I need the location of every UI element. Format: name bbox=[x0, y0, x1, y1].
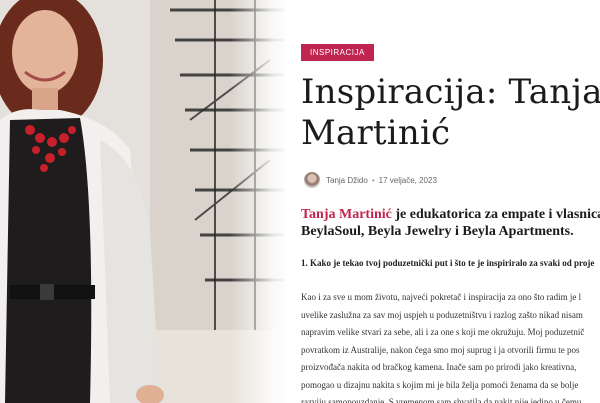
lead-text-line-1: je edukatorica za empate i vlasnica us bbox=[391, 207, 600, 222]
body-line: proizvođača nakita od bračkog kamena. In… bbox=[301, 362, 577, 372]
body-line: uvelike zaslužna za sav moj uspjeh u pod… bbox=[301, 309, 583, 320]
interview-question-1: 1. Kako je tekao tvoj poduzetnički put i… bbox=[301, 258, 595, 268]
title-line-2: Martinić bbox=[301, 113, 451, 153]
title-line-1: Inspiracija: Tanja bbox=[301, 72, 600, 112]
body-line: napravim velike stvari za sebe, ali i za… bbox=[301, 327, 585, 337]
article-title: Inspiracija: Tanja Martinić bbox=[301, 72, 600, 154]
photo-fade bbox=[230, 0, 290, 403]
body-line: povratkom iz Australije, nakon čega smo … bbox=[301, 344, 580, 355]
article-meta: Tanja Džido • 17 veljače, 2023 bbox=[304, 172, 437, 188]
lead-text-line-2: BeylaSoul, Beyla Jewelry i Beyla Apartme… bbox=[301, 224, 574, 239]
article-lead: Tanja Martinić je edukatorica za empate … bbox=[301, 206, 600, 240]
body-line: Kao i za sve u mom životu, najveći pokre… bbox=[301, 292, 582, 302]
author-avatar-icon[interactable] bbox=[304, 172, 320, 188]
author-name[interactable]: Tanja Džido bbox=[326, 176, 368, 185]
body-line: razviju samopouzdanje. S vremenom sam sh… bbox=[301, 397, 582, 403]
article-content: INSPIRACIJA Inspiracija: Tanja Martinić … bbox=[301, 0, 600, 403]
publish-date: 17 veljače, 2023 bbox=[378, 175, 437, 185]
meta-separator: • bbox=[371, 175, 375, 185]
lead-person-link[interactable]: Tanja Martinić bbox=[301, 207, 392, 222]
category-badge[interactable]: INSPIRACIJA bbox=[301, 44, 374, 61]
body-line: pomogao u dizajnu nakita s kojim mi je b… bbox=[301, 379, 579, 390]
article-body: Kao i za sve u mom životu, najveći pokre… bbox=[301, 289, 584, 403]
